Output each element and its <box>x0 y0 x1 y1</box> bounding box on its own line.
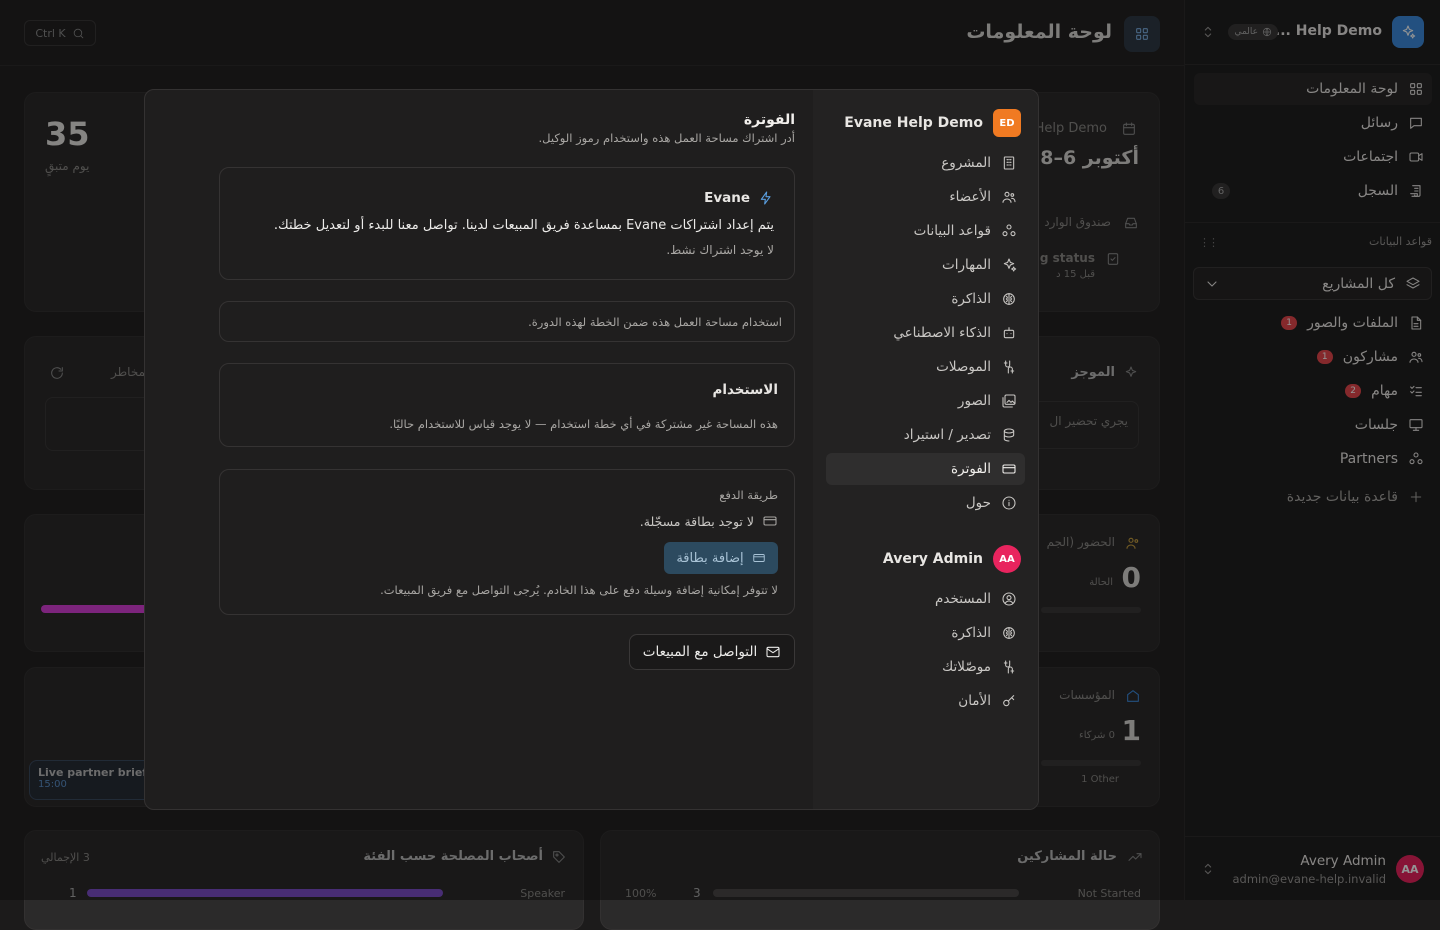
nav-item-about[interactable]: حول <box>826 487 1025 519</box>
info-icon <box>1002 496 1016 510</box>
brain-icon <box>1003 293 1015 305</box>
add-card-label: إضافة بطاقة <box>676 550 744 566</box>
nav-item-memory[interactable]: الذاكرة <box>826 283 1025 315</box>
sparkles-icon <box>1003 258 1017 272</box>
nav-item-label: المهارات <box>942 257 991 273</box>
databases-icon <box>1002 224 1016 237</box>
key-icon <box>1003 695 1015 707</box>
card-icon <box>752 554 765 562</box>
nav-item-label: الذكاء الاصطناعي <box>893 325 991 341</box>
payment-title: طريقة الدفع <box>719 488 778 502</box>
nav-item-user[interactable]: المستخدم <box>826 583 1025 615</box>
export-icon <box>1003 428 1015 442</box>
nav-item-members[interactable]: الأعضاء <box>826 181 1025 213</box>
usage-title: الاستخدام <box>712 382 778 398</box>
card-icon <box>763 516 777 526</box>
nav-org-name: Evane Help Demo <box>844 115 983 131</box>
nav-item-your-connectors[interactable]: موصّلاتك <box>826 651 1025 683</box>
plan-message: يتم إعداد اشتراكات Evane بمساعدة فريق ال… <box>273 218 774 233</box>
nav-item-label: موصّلاتك <box>942 659 991 675</box>
add-card-button[interactable]: إضافة بطاقة <box>664 542 778 574</box>
plan-usage-panel: استخدام مساحة العمل هذه ضمن الخطة لهذه ا… <box>219 301 795 342</box>
settings-dialog: Evane Help Demo ED المشروع الأعضاء قواعد… <box>144 89 1039 810</box>
nav-item-label: الذاكرة <box>951 291 991 307</box>
billing-content: الفوترة أدر اشتراك مساحة العمل هذه واستخ… <box>145 90 815 809</box>
nav-user-header: Avery Admin AA <box>883 545 1021 573</box>
nav-item-billing[interactable]: الفوترة <box>826 453 1025 485</box>
settings-nav: Evane Help Demo ED المشروع الأعضاء قواعد… <box>813 90 1038 809</box>
card-icon <box>1002 464 1016 474</box>
nav-item-export-import[interactable]: تصدير / استيراد <box>826 419 1025 451</box>
nav-item-label: المستخدم <box>935 591 991 607</box>
nav-org-header: Evane Help Demo ED <box>844 109 1021 137</box>
images-icon <box>1002 394 1016 408</box>
nav-item-ai[interactable]: الذكاء الاصطناعي <box>826 317 1025 349</box>
plan-name: Evane <box>704 190 750 206</box>
nav-item-images[interactable]: الصور <box>826 385 1025 417</box>
nav-item-project[interactable]: المشروع <box>826 147 1025 179</box>
nav-item-user-memory[interactable]: الذاكرة <box>826 617 1025 649</box>
usage-panel: الاستخدام هذه المساحة غير مشتركة في أي خ… <box>219 363 795 447</box>
payment-panel: طريقة الدفع لا توجد بطاقة مسجّلة. إضافة … <box>219 469 795 615</box>
nav-item-label: الفوترة <box>951 461 991 477</box>
nav-item-databases[interactable]: قواعد البيانات <box>826 215 1025 247</box>
nav-item-skills[interactable]: المهارات <box>826 249 1025 281</box>
nav-item-label: الموصلات <box>936 359 991 375</box>
org-avatar: ED <box>993 109 1021 137</box>
nav-item-security[interactable]: الأمان <box>826 685 1025 717</box>
payment-no-card-text: لا توجد بطاقة مسجّلة. <box>639 513 754 529</box>
nav-item-label: حول <box>965 495 991 511</box>
nav-item-label: الأمان <box>958 693 991 709</box>
zap-icon <box>760 191 771 205</box>
billing-subtitle: أدر اشتراك مساحة العمل هذه واستخدام رموز… <box>538 131 796 145</box>
members-icon <box>1002 191 1016 203</box>
brain-icon <box>1003 627 1015 639</box>
payment-no-card: لا توجد بطاقة مسجّلة. <box>640 513 778 529</box>
nav-item-label: الذاكرة <box>951 625 991 641</box>
contact-sales-button[interactable]: التواصل مع المبيعات <box>629 634 795 670</box>
plan-header: Evane <box>704 190 774 206</box>
nav-user-name: Avery Admin <box>882 551 983 567</box>
plan-status: لا يوجد اشتراك نشط. <box>666 243 774 257</box>
nav-item-label: تصدير / استيراد <box>903 427 991 443</box>
avatar: AA <box>993 545 1021 573</box>
bot-icon <box>1003 327 1015 339</box>
nav-item-label: الصور <box>957 393 991 409</box>
nav-item-connectors[interactable]: الموصلات <box>826 351 1025 383</box>
connectors-icon <box>1003 660 1015 674</box>
billing-title: الفوترة <box>743 112 795 128</box>
plan-usage-text: استخدام مساحة العمل هذه ضمن الخطة لهذه ا… <box>528 315 782 329</box>
contact-sales-label: التواصل مع المبيعات <box>642 644 758 660</box>
connectors-icon <box>1003 360 1015 374</box>
user-circle-icon <box>1002 592 1016 606</box>
mail-icon <box>766 646 780 658</box>
plan-panel: Evane يتم إعداد اشتراكات Evane بمساعدة ف… <box>219 167 795 280</box>
nav-item-label: قواعد البيانات <box>913 223 991 239</box>
payment-note: لا تتوفر إمكانية إضافة وسيلة دفع على هذا… <box>380 583 778 597</box>
usage-text: هذه المساحة غير مشتركة في أي خطة استخدام… <box>389 417 778 431</box>
nav-item-label: المشروع <box>941 155 991 171</box>
nav-item-label: الأعضاء <box>949 189 991 205</box>
building-icon <box>1003 156 1015 170</box>
